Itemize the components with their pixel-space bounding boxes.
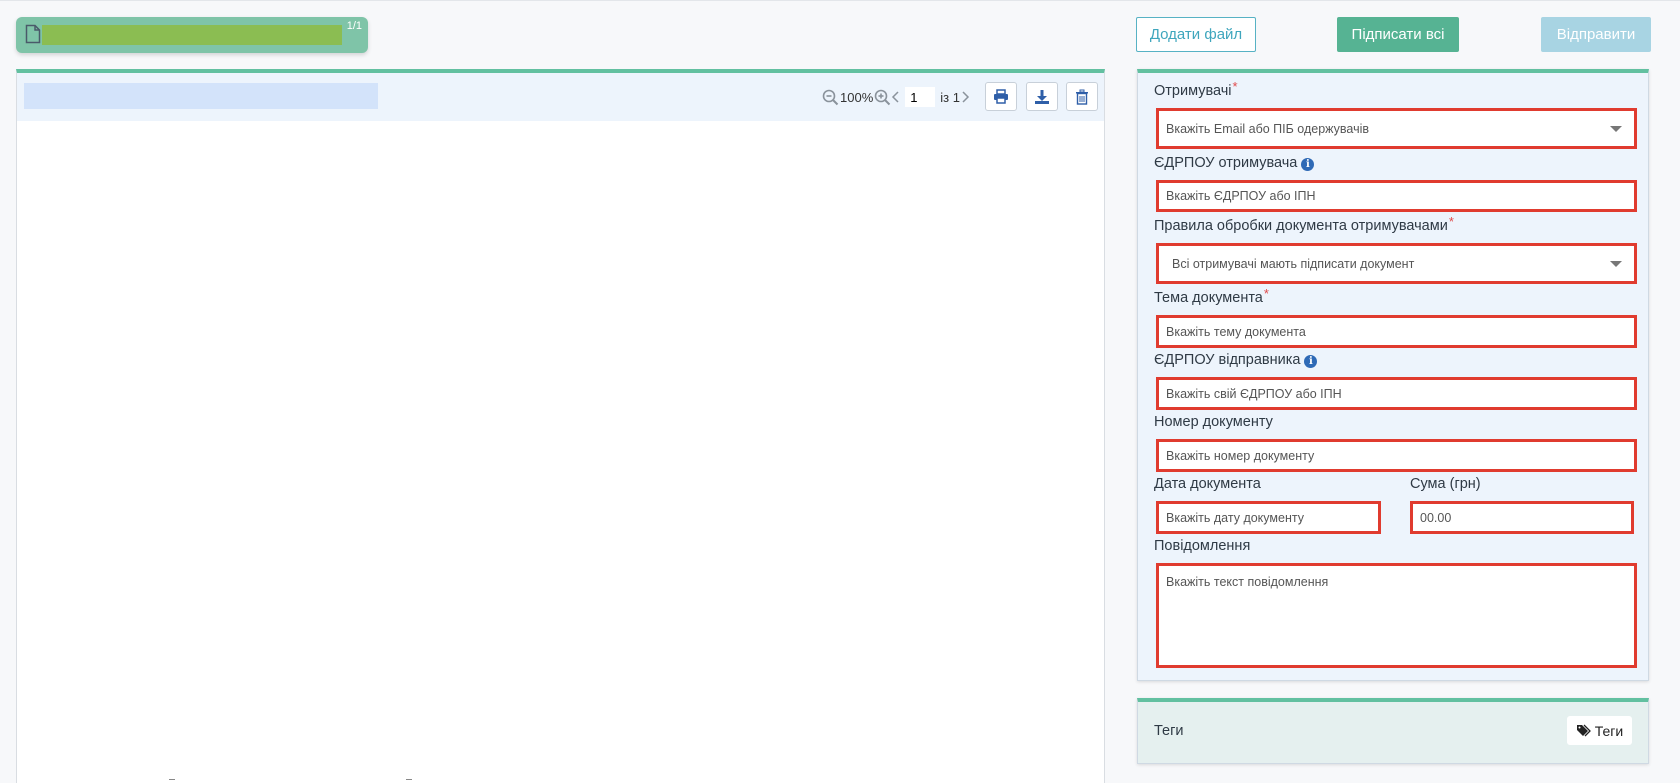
zoom-level: 100% [840, 89, 874, 105]
document-content-fragment [406, 779, 412, 780]
recipient-edrpou-placeholder: Вкажіть ЄДРПОУ або ІПН [1166, 189, 1316, 203]
tags-panel: Теги Теги [1137, 698, 1649, 764]
doc-date-placeholder: Вкажіть дату документу [1166, 510, 1304, 525]
zoom-controls: 100% із 1 [822, 87, 970, 107]
doc-number-input[interactable]: Вкажіть номер документу [1156, 439, 1637, 472]
chevron-down-icon [1610, 260, 1622, 267]
tags-label: Теги [1154, 723, 1184, 739]
document-form: Отримувачі* Вкажіть Email або ПІБ одержу… [1137, 69, 1649, 681]
rules-label: Правила обробки документа отримувачами* [1154, 214, 1454, 234]
subject-input[interactable]: Вкажіть тему документа [1156, 315, 1637, 348]
chevron-right-icon[interactable] [960, 90, 970, 104]
amount-input[interactable]: 00.00 [1410, 501, 1634, 534]
recipients-select[interactable]: Вкажіть Email або ПІБ одержувачів [1156, 108, 1637, 149]
delete-button[interactable] [1066, 82, 1098, 111]
doc-date-label: Дата документа [1154, 476, 1261, 492]
tags-button[interactable]: Теги [1567, 716, 1632, 745]
required-mark: * [1263, 286, 1269, 301]
required-mark: * [1448, 214, 1454, 229]
recipient-edrpou-label: ЄДРПОУ отримувача i [1154, 155, 1315, 171]
print-icon [994, 89, 1008, 104]
tags-button-label: Теги [1594, 722, 1624, 739]
zoom-in-icon[interactable] [874, 89, 891, 106]
document-content-fragment [169, 779, 175, 780]
page-total: із 1 [940, 89, 960, 105]
print-button[interactable] [985, 82, 1017, 111]
message-placeholder: Вкажіть текст повідомлення [1166, 575, 1329, 589]
info-icon[interactable]: i [1301, 158, 1315, 171]
tags-icon [1576, 724, 1591, 737]
required-mark: * [1232, 79, 1238, 94]
rules-value: Всі отримувачі мають підписати документ [1172, 256, 1415, 271]
page-number-input[interactable] [905, 87, 936, 107]
subject-label: Тема документа* [1154, 286, 1269, 306]
rules-select[interactable]: Всі отримувачі мають підписати документ [1156, 243, 1637, 284]
doc-number-label: Номер документу [1154, 414, 1273, 430]
document-viewer: 100% із 1 [16, 69, 1105, 783]
message-textarea[interactable]: Вкажіть текст повідомлення [1156, 563, 1637, 668]
message-label: Повідомлення [1154, 538, 1251, 554]
amount-placeholder: 00.00 [1420, 510, 1452, 525]
info-icon[interactable]: i [1304, 355, 1318, 368]
chevron-down-icon [1610, 125, 1622, 132]
file-name-redacted [42, 25, 342, 45]
file-tab[interactable]: 1/1 [16, 17, 368, 53]
document-icon [25, 24, 41, 44]
subject-placeholder: Вкажіть тему документа [1166, 324, 1306, 339]
add-file-button[interactable]: Додати файл [1136, 17, 1256, 52]
viewer-toolbar: 100% із 1 [17, 73, 1104, 121]
download-icon [1035, 89, 1049, 104]
chevron-left-icon[interactable] [891, 90, 901, 104]
send-button[interactable]: Відправити [1541, 17, 1651, 52]
doc-number-placeholder: Вкажіть номер документу [1166, 448, 1315, 463]
trash-icon [1076, 89, 1088, 105]
sign-all-button[interactable]: Підписати всі [1337, 17, 1459, 52]
sender-edrpou-label: ЄДРПОУ відправника i [1154, 352, 1318, 368]
recipients-placeholder: Вкажіть Email або ПІБ одержувачів [1166, 121, 1370, 136]
zoom-out-icon[interactable] [822, 89, 839, 106]
file-count: 1/1 [346, 20, 362, 32]
doc-date-input[interactable]: Вкажіть дату документу [1156, 501, 1381, 534]
amount-label: Сума (грн) [1410, 476, 1481, 492]
download-button[interactable] [1026, 82, 1058, 111]
recipients-label: Отримувачі* [1154, 79, 1238, 99]
sender-edrpou-input[interactable]: Вкажіть свій ЄДРПОУ або ІПН [1156, 377, 1637, 410]
sender-edrpou-placeholder: Вкажіть свій ЄДРПОУ або ІПН [1166, 386, 1342, 401]
document-title-redacted [24, 83, 378, 109]
recipient-edrpou-input[interactable]: Вкажіть ЄДРПОУ або ІПН [1156, 180, 1637, 212]
